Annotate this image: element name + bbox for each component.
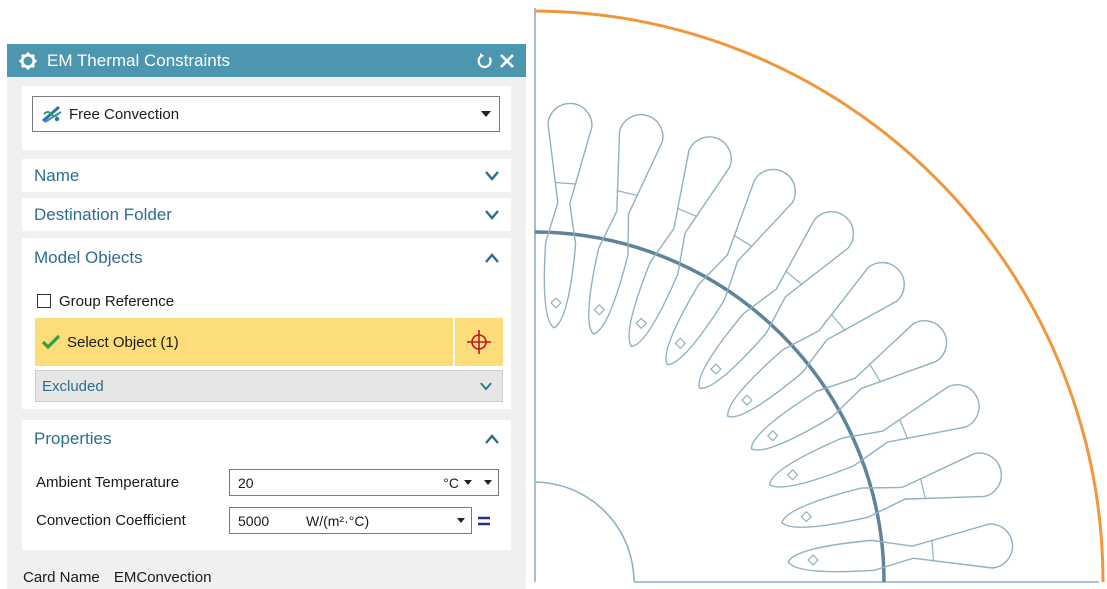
group-reference-checkbox[interactable] — [37, 294, 51, 308]
chevron-down-icon — [485, 209, 499, 220]
dropdown-arrow-icon[interactable] — [457, 518, 465, 523]
select-object-label: Select Object (1) — [67, 333, 179, 351]
chevron-down-icon — [480, 381, 492, 391]
dropdown-arrow-icon — [464, 480, 472, 485]
dropdown-arrow-icon — [481, 111, 491, 117]
slot-divider — [676, 207, 698, 218]
chevron-up-icon — [485, 253, 499, 263]
model-objects-header[interactable]: Model Objects — [22, 238, 511, 278]
chevron-down-icon — [485, 170, 499, 181]
constraint-type-dropdown[interactable]: Free Convection — [32, 96, 500, 132]
slot-outline — [787, 523, 1014, 573]
slot-marker — [807, 554, 819, 566]
name-section[interactable]: Name — [22, 159, 511, 192]
name-section-label: Name — [34, 165, 80, 185]
slot-divider — [919, 477, 927, 500]
outer-arc-highlight — [534, 9, 1105, 583]
slot-outline — [768, 384, 980, 488]
excluded-section[interactable]: Excluded — [35, 370, 503, 402]
ambient-temperature-row: Ambient Temperature 20 °C — [36, 469, 499, 496]
slot-marker — [710, 363, 722, 375]
slot-marker — [766, 429, 779, 442]
group-reference-row[interactable]: Group Reference — [37, 291, 174, 311]
slot-marker — [550, 297, 562, 309]
ambient-unit-label: °C — [443, 474, 459, 491]
ambient-temperature-label: Ambient Temperature — [36, 474, 180, 491]
select-target-button[interactable] — [455, 318, 503, 366]
reset-button[interactable] — [474, 50, 496, 72]
dialog-titlebar: EM Thermal Constraints — [7, 44, 526, 77]
card-name-label: Card Name — [23, 569, 100, 586]
stator-geometry — [534, 8, 1105, 583]
card-name-value: EMConvection — [113, 569, 212, 586]
slot-outline — [588, 114, 664, 335]
dialog-title: EM Thermal Constraints — [47, 50, 230, 70]
slot-outline — [727, 261, 905, 418]
slot-outline — [628, 136, 732, 348]
convection-coefficient-label: Convection Coefficient — [36, 512, 186, 529]
slot-divider — [868, 363, 882, 383]
airgap-ring — [534, 230, 886, 583]
model-objects-label: Model Objects — [34, 248, 143, 267]
slot-divider — [785, 270, 803, 286]
slot-marker — [674, 337, 687, 350]
properties-header[interactable]: Properties — [22, 420, 511, 458]
excluded-label: Excluded — [42, 377, 104, 395]
type-card: Free Convection — [22, 86, 511, 150]
coefficient-unit-label[interactable]: W/(m²·°C) — [306, 513, 457, 529]
select-object-field[interactable]: Select Object (1) — [35, 318, 453, 366]
dropdown-arrow-icon[interactable] — [484, 480, 492, 485]
reset-icon — [477, 52, 492, 68]
destination-folder-section[interactable]: Destination Folder — [22, 198, 511, 231]
destination-folder-label: Destination Folder — [34, 204, 172, 224]
formula-button[interactable] — [472, 507, 496, 534]
ambient-unit-select[interactable]: °C — [443, 475, 472, 491]
inner-arc — [534, 481, 635, 583]
checkmark-icon — [41, 334, 61, 350]
slot-divider — [898, 418, 909, 440]
slot-outline — [698, 211, 855, 389]
convection-coefficient-input[interactable]: 5000 W/(m²·°C) — [229, 507, 472, 534]
em-thermal-constraints-dialog: EM Thermal Constraints Free Convection N… — [7, 44, 526, 589]
model-graphics-view[interactable] — [534, 0, 1107, 589]
group-reference-label: Group Reference — [59, 292, 175, 310]
ambient-temperature-input[interactable]: 20 °C — [229, 469, 499, 496]
slot-divider — [554, 181, 577, 185]
convection-icon — [42, 105, 62, 123]
card-name-row: Card Name EMConvection — [23, 569, 211, 586]
slot-outline — [781, 452, 1002, 528]
slot-marker — [593, 303, 606, 316]
close-button[interactable] — [496, 50, 518, 72]
slot-divider — [931, 539, 935, 562]
convection-coefficient-value: 5000 — [238, 512, 270, 529]
slot-marker — [800, 510, 813, 523]
equals-icon — [478, 516, 490, 525]
slot-divider — [733, 234, 753, 248]
slot-marker — [635, 317, 647, 330]
ambient-temperature-value: 20 — [238, 474, 254, 491]
slot-divider — [616, 189, 639, 197]
constraint-type-value: Free Convection — [69, 105, 180, 123]
crosshair-icon — [467, 330, 491, 354]
gear-icon — [19, 51, 37, 70]
chevron-up-icon — [485, 434, 499, 444]
properties-label: Properties — [34, 429, 112, 448]
slot-marker — [741, 394, 753, 406]
slot-divider — [830, 313, 846, 331]
slot-marker — [786, 469, 799, 481]
close-icon — [500, 53, 514, 68]
slot-outline — [543, 102, 593, 329]
convection-coefficient-row: Convection Coefficient 5000 W/(m²·°C) — [36, 507, 496, 534]
select-object-row: Select Object (1) — [35, 318, 503, 366]
